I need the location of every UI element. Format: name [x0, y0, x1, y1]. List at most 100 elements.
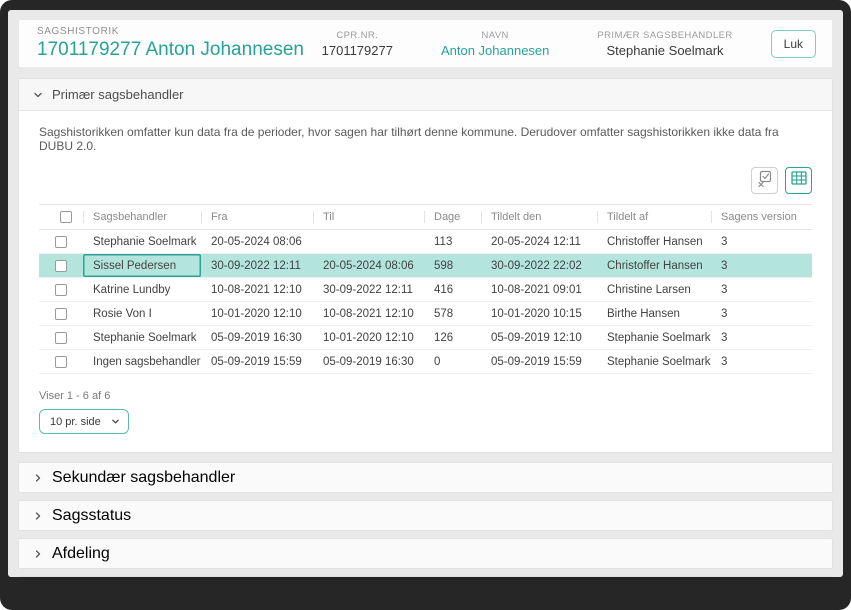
chevron-right-icon — [33, 549, 43, 559]
field-navn-value-link[interactable]: Anton Johannesen — [441, 43, 549, 58]
table-view-button[interactable] — [785, 167, 812, 194]
cell-tildelt-den: 05-09-2019 12:10 — [491, 331, 582, 344]
column-header-tildelt-den[interactable]: Tildelt den — [481, 205, 597, 229]
select-all-checkbox-cell — [39, 205, 83, 229]
accordion-header-primaer[interactable]: Primær sagsbehandler — [19, 79, 832, 110]
table-row[interactable]: Stephanie Soelmark 20-05-2024 08:06 113 … — [39, 230, 812, 254]
table-row[interactable]: Rosie Von I 10-01-2020 12:10 10-08-2021 … — [39, 302, 812, 326]
page-title: 1701179277 Anton Johannesen — [37, 39, 304, 60]
cell-dage: 126 — [434, 331, 454, 344]
row-checkbox-cell — [39, 235, 83, 248]
cell-dage: 598 — [434, 259, 454, 272]
cell-sagsbehandler: Sissel Pedersen — [83, 254, 201, 277]
cell-tildelt-den: 10-01-2020 10:15 — [491, 307, 582, 320]
cell-dage: 113 — [434, 235, 453, 248]
cell-fra: 10-08-2021 12:10 — [211, 283, 302, 296]
cell-sagsbehandler: Stephanie Soelmark — [93, 331, 197, 344]
cell-dage: 416 — [434, 283, 454, 296]
cell-sagsbehandler: Katrine Lundby — [93, 283, 171, 296]
clear-selection-button[interactable] — [751, 167, 778, 194]
cell-sagsbehandler: Ingen sagsbehandler — [93, 355, 201, 368]
accordion-header-collapsed[interactable]: Sekundær sagsbehandler — [18, 462, 833, 493]
table-body: Stephanie Soelmark 20-05-2024 08:06 113 … — [39, 230, 812, 374]
cell-til: 05-09-2019 16:30 — [323, 355, 414, 368]
title-block: SAGSHISTORIK 1701179277 Anton Johannesen — [37, 26, 304, 61]
cell-tildelt-af: Birthe Hansen — [607, 307, 680, 320]
table-toolbar — [39, 167, 812, 194]
row-checkbox[interactable] — [55, 283, 67, 296]
cell-sagens-version: 3 — [721, 283, 728, 296]
row-checkbox-cell — [39, 259, 83, 272]
cell-til: 10-08-2021 12:10 — [323, 307, 414, 320]
table-row[interactable]: Ingen sagsbehandler 05-09-2019 15:59 05-… — [39, 350, 812, 374]
cell-dage: 578 — [434, 307, 454, 320]
field-primaer-label: PRIMÆR SAGSBEHANDLER — [597, 29, 733, 41]
column-header-tildelt-af[interactable]: Tildelt af — [597, 205, 711, 229]
cell-sagsbehandler: Rosie Von I — [93, 307, 152, 320]
info-text: Sagshistorikken omfatter kun data fra de… — [39, 125, 779, 153]
dialog-overline: SAGSHISTORIK — [37, 26, 120, 37]
page-size-select[interactable]: 10 pr. side — [39, 409, 129, 434]
column-header-til[interactable]: Til — [313, 205, 424, 229]
cell-sagens-version: 3 — [721, 235, 728, 248]
field-primaer-value: Stephanie Soelmark — [606, 42, 724, 58]
cell-til: 30-09-2022 12:11 — [323, 283, 413, 296]
cell-tildelt-af: Christoffer Hansen — [607, 259, 703, 272]
header-fields: CPR.NR. 1701179277 NAVN Anton Johannesen… — [322, 30, 733, 58]
accordion-body: Sagshistorikken omfatter kun data fra de… — [19, 110, 832, 452]
cell-tildelt-den: 05-09-2019 15:59 — [491, 355, 582, 368]
cell-sagens-version: 3 — [721, 355, 728, 368]
table-header-row: Sagsbehandler Fra Til Dage Tildelt den T… — [39, 204, 812, 230]
chevron-down-icon — [111, 417, 120, 426]
field-cprnr: CPR.NR. 1701179277 — [322, 30, 393, 58]
window-frame: SAGSHISTORIK 1701179277 Anton Johannesen… — [0, 0, 851, 610]
column-header-fra[interactable]: Fra — [201, 205, 313, 229]
row-checkbox[interactable] — [55, 259, 67, 272]
row-checkbox[interactable] — [55, 235, 67, 248]
chevron-right-icon — [33, 511, 43, 521]
column-header-dage[interactable]: Dage — [424, 205, 481, 229]
cell-tildelt-af: Christoffer Hansen — [607, 235, 703, 248]
chevron-right-icon — [33, 473, 43, 483]
pagination-summary: Viser 1 - 6 af 6 — [39, 390, 111, 402]
field-cprnr-value: 1701179277 — [321, 42, 393, 58]
cell-sagsbehandler: Stephanie Soelmark — [93, 235, 197, 248]
row-checkbox-cell — [39, 283, 83, 296]
row-checkbox[interactable] — [55, 307, 67, 320]
cell-tildelt-af: Christine Larsen — [607, 283, 691, 296]
field-cprnr-label: CPR.NR. — [336, 29, 379, 41]
section-primaer-sagsbehandler: Primær sagsbehandler Sagshistorikken omf… — [18, 78, 833, 453]
table-row[interactable]: Stephanie Soelmark 05-09-2019 16:30 10-0… — [39, 326, 812, 350]
table-row[interactable]: Katrine Lundby 10-08-2021 12:10 30-09-20… — [39, 278, 812, 302]
close-button[interactable]: Luk — [770, 29, 816, 58]
cell-fra: 10-01-2020 12:10 — [211, 307, 302, 320]
checkbox-clear-icon — [756, 170, 773, 192]
accordion-header-collapsed[interactable]: Team — [18, 576, 833, 577]
saghistorik-dialog: SAGSHISTORIK 1701179277 Anton Johannesen… — [8, 10, 843, 577]
cell-sagens-version: 3 — [721, 259, 728, 272]
row-checkbox[interactable] — [55, 331, 67, 344]
row-checkbox-cell — [39, 355, 83, 368]
page-size-value: 10 pr. side — [50, 415, 101, 428]
cell-tildelt-den: 20-05-2024 12:11 — [491, 235, 581, 248]
accordion-title: Sagsstatus — [52, 506, 132, 524]
accordion-header-collapsed[interactable]: Sagsstatus — [18, 500, 833, 531]
cell-sagens-version: 3 — [721, 331, 728, 344]
table-row[interactable]: Sissel Pedersen 30-09-2022 12:11 20-05-2… — [39, 254, 812, 278]
column-header-sagsbehandler[interactable]: Sagsbehandler — [83, 205, 201, 229]
cell-fra: 05-09-2019 15:59 — [211, 355, 302, 368]
table-view-icon — [790, 171, 807, 190]
dialog-header: SAGSHISTORIK 1701179277 Anton Johannesen… — [18, 19, 833, 68]
column-header-sagens-version[interactable]: Sagens version — [711, 205, 812, 229]
cell-fra: 20-05-2024 08:06 — [211, 235, 302, 248]
cell-til: 20-05-2024 08:06 — [323, 259, 414, 272]
row-checkbox[interactable] — [55, 355, 67, 368]
row-checkbox-cell — [39, 307, 83, 320]
field-navn: NAVN Anton Johannesen — [441, 30, 549, 58]
select-all-checkbox[interactable] — [60, 211, 72, 223]
cell-tildelt-af: Stephanie Soelmark — [607, 331, 711, 344]
accordion-header-collapsed[interactable]: Afdeling — [18, 538, 833, 569]
cell-fra: 05-09-2019 16:30 — [211, 331, 302, 344]
cell-til: 10-01-2020 12:10 — [323, 331, 414, 344]
chevron-down-icon — [33, 90, 43, 100]
